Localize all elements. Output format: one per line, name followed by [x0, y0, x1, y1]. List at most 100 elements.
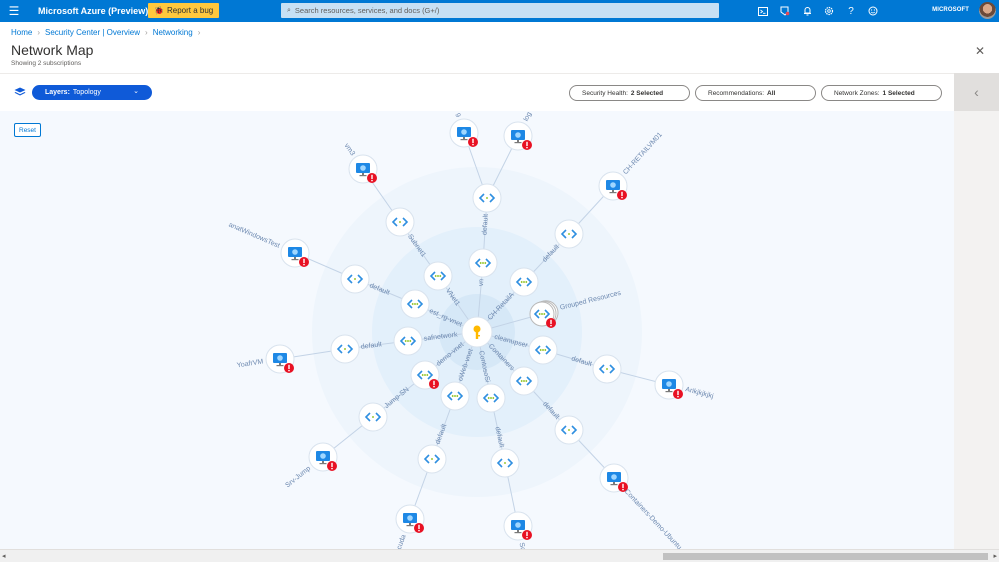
vm-node[interactable] [265, 344, 295, 374]
vm-node[interactable] [308, 442, 338, 472]
alert-badge-icon [327, 461, 337, 471]
subnet-node[interactable] [340, 264, 370, 294]
horizontal-scrollbar[interactable]: ◂ ▸ [0, 549, 999, 562]
alert-badge-icon [673, 389, 683, 399]
reset-button[interactable]: Reset [14, 123, 41, 137]
bug-icon: 🐞 [154, 6, 164, 15]
node-label: Containers-Demo-Ubuntu [623, 488, 683, 549]
layers-label: Layers: [45, 89, 70, 96]
report-bug-button[interactable]: 🐞 Report a bug [148, 3, 220, 18]
vnet-node[interactable] [528, 335, 558, 365]
layers-value: Topology [72, 89, 101, 96]
alert-badge-icon [617, 190, 627, 200]
vnet-node[interactable] [410, 360, 440, 390]
directory-filter-icon[interactable] [774, 0, 796, 22]
settings-icon[interactable] [818, 0, 840, 22]
network-map-canvas[interactable]: Reset vn VNet1 CH-RetailA est_rg-vnet Groupe… [0, 111, 954, 549]
node-label: vn [478, 279, 486, 287]
side-panel-toggle[interactable]: ‹ [954, 73, 999, 111]
vm-node[interactable] [280, 238, 310, 268]
alert-badge-icon [429, 379, 439, 389]
alert-badge-icon [284, 363, 294, 373]
alert-badge-icon [522, 530, 532, 540]
chevron-right-icon: › [197, 28, 201, 37]
search-icon: ⌕ [287, 6, 291, 14]
global-search[interactable]: ⌕ [281, 3, 719, 18]
scroll-left-arrow-icon[interactable]: ◂ [2, 552, 6, 560]
avatar[interactable] [979, 2, 996, 19]
vm-node[interactable] [599, 463, 629, 493]
subnet-node[interactable] [330, 334, 360, 364]
vm-node[interactable] [503, 511, 533, 541]
filter-label: Network Zones: [834, 89, 880, 97]
node-label: log [523, 111, 533, 123]
scroll-right-arrow-icon[interactable]: ▸ [993, 552, 997, 560]
vm-node[interactable] [395, 504, 425, 534]
vm-node[interactable] [503, 121, 533, 151]
hamburger-menu-icon[interactable]: ☰ [0, 0, 28, 22]
breadcrumb: Home › Security Center | Overview › Netw… [11, 28, 200, 37]
breadcrumb-home[interactable]: Home [11, 28, 32, 37]
filter-value: All [767, 89, 776, 97]
breadcrumb-networking[interactable]: Networking [153, 28, 193, 37]
notifications-icon[interactable] [796, 0, 818, 22]
app-title[interactable]: Microsoft Azure (Preview) [38, 6, 148, 16]
layers-icon [14, 87, 26, 96]
cloud-shell-icon[interactable] [752, 0, 774, 22]
vm-node[interactable] [449, 118, 479, 148]
chevron-down-icon: ⌄ [133, 88, 139, 95]
top-bar: ☰ Microsoft Azure (Preview) 🐞 Report a b… [0, 0, 999, 22]
subnet-node[interactable] [385, 207, 415, 237]
node-label: anatWindowsTest [228, 222, 281, 250]
subnet-node[interactable] [554, 415, 584, 445]
layers-dropdown[interactable]: Layers: Topology ⌄ [32, 85, 152, 100]
chevron-right-icon: › [37, 28, 41, 37]
node-label: Arikjkjkjkj [684, 386, 714, 400]
vnet-node[interactable] [423, 261, 453, 291]
tenant-name[interactable]: MICROSOFT [932, 7, 969, 13]
node-label: YoafrVM [236, 358, 264, 369]
vnet-node[interactable] [440, 381, 470, 411]
filter-label: Security Health: [582, 89, 628, 97]
vnet-node[interactable] [400, 289, 430, 319]
network-topology-graph[interactable]: vnVNet1 CH-RetailAest_rg-vnetGrouped Reso… [0, 111, 954, 549]
close-icon[interactable]: ✕ [975, 44, 985, 58]
alert-badge-icon [367, 173, 377, 183]
report-bug-label: Report a bug [166, 6, 214, 15]
feedback-icon[interactable] [862, 0, 884, 22]
filter-label: Recommendations: [708, 89, 764, 97]
vnet-node[interactable] [468, 248, 498, 278]
top-icons: ? [752, 0, 884, 22]
filter-value: 2 Selected [630, 89, 664, 97]
scroll-thumb[interactable] [663, 553, 988, 560]
recommendations-filter[interactable]: Recommendations: All [695, 85, 816, 101]
chevron-left-icon: ‹ [974, 84, 979, 100]
node-label: scuda [395, 534, 408, 549]
subnet-node[interactable] [490, 448, 520, 478]
vm-node[interactable] [348, 154, 378, 184]
node-label: 9 [453, 112, 461, 118]
breadcrumb-security-center[interactable]: Security Center | Overview [45, 28, 140, 37]
security-health-filter[interactable]: Security Health: 2 Selected [569, 85, 690, 101]
vm-node[interactable] [598, 171, 628, 201]
subnet-node[interactable] [417, 444, 447, 474]
vnet-node[interactable] [476, 383, 506, 413]
page-subtitle: Showing 2 subscriptions [11, 60, 82, 67]
subnet-node[interactable] [472, 183, 502, 213]
node-label: CH-RETAILVM01 [622, 131, 664, 176]
subnet-node[interactable] [554, 219, 584, 249]
vnet-node[interactable] [509, 267, 539, 297]
vnet-node[interactable] [393, 326, 423, 356]
search-input[interactable] [294, 6, 695, 15]
alert-badge-icon [299, 257, 309, 267]
help-icon[interactable]: ? [840, 0, 862, 22]
vnet-node[interactable] [509, 366, 539, 396]
network-zones-filter[interactable]: Network Zones: 1 Selected [821, 85, 942, 101]
subnet-node[interactable] [592, 354, 622, 384]
hub-node[interactable] [461, 316, 493, 348]
alert-badge-icon [522, 140, 532, 150]
subnet-node[interactable] [358, 402, 388, 432]
chevron-right-icon: › [145, 28, 148, 37]
node-label: Srv-Jump [284, 465, 312, 489]
vm-node[interactable] [654, 370, 684, 400]
